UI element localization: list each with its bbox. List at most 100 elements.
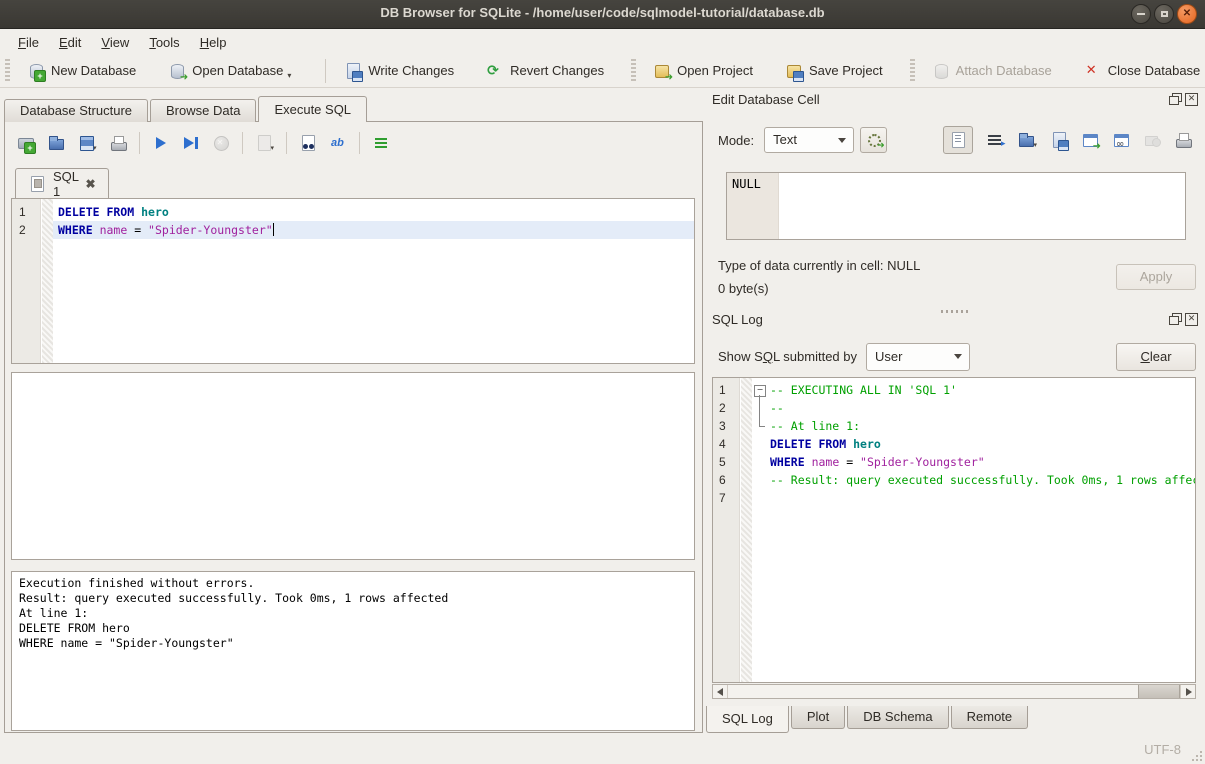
fold-marker-icon	[752, 417, 768, 435]
dock-tab-remote[interactable]: Remote	[951, 706, 1029, 729]
dock-tab-db-schema[interactable]: DB Schema	[847, 706, 948, 729]
open-project-button[interactable]: Open Project	[645, 58, 761, 84]
sql-log-controls: Show SQL submitted by User Clear	[718, 342, 1196, 371]
set-as-button[interactable]	[860, 127, 887, 153]
close-panel-icon[interactable]: ✕	[1185, 93, 1198, 106]
close-tab-icon[interactable]: ✖	[86, 177, 96, 191]
save-project-icon	[785, 62, 803, 80]
menu-view[interactable]: View	[91, 33, 139, 52]
code-text: -- Result: query executed successfully. …	[768, 471, 1195, 489]
close-icon[interactable]: ✕	[1177, 4, 1197, 24]
export-data-button[interactable]	[1050, 131, 1068, 149]
scrollbar-track[interactable]	[728, 685, 1180, 698]
mode-select[interactable]: Text	[764, 127, 854, 153]
new-database-button[interactable]: New Database	[19, 58, 144, 84]
save-results-icon: ▾	[255, 134, 275, 152]
save-project-button[interactable]: Save Project	[777, 58, 891, 84]
splitter-handle[interactable]	[5, 365, 702, 371]
edit-cell-title: Edit Database Cell	[712, 92, 820, 107]
log-line: 2--	[713, 399, 1195, 417]
line-number: 5	[713, 453, 740, 471]
execute-all-icon[interactable]	[152, 134, 170, 152]
maximize-icon[interactable]	[1154, 4, 1174, 24]
minimize-icon[interactable]	[1131, 4, 1151, 24]
scrollbar-thumb[interactable]	[1138, 685, 1180, 698]
toolbar-grip	[5, 59, 10, 83]
menu-file[interactable]: File	[8, 33, 49, 52]
splitter-handle[interactable]	[705, 300, 1205, 308]
float-panel-icon[interactable]	[1169, 93, 1182, 106]
log-line: 6 -- Result: query executed successfully.…	[713, 471, 1195, 489]
scroll-left-arrow-icon[interactable]	[713, 685, 728, 698]
print-icon[interactable]	[109, 134, 127, 152]
code-text: DELETE FROM hero	[768, 435, 1195, 453]
open-sql-file-icon[interactable]	[47, 134, 65, 152]
menu-help[interactable]: Help	[190, 33, 237, 52]
tab-browse-data[interactable]: Browse Data	[150, 99, 256, 122]
sql-log-dock-header: SQL Log ✕	[712, 312, 1198, 330]
float-panel-icon[interactable]	[1169, 313, 1182, 326]
sql-log-view[interactable]: 1 -- EXECUTING ALL IN 'SQL 1'2--3-- At li…	[712, 377, 1196, 683]
new-database-icon	[27, 62, 45, 80]
message-line: DELETE FROM hero	[19, 621, 687, 636]
scroll-right-arrow-icon[interactable]	[1180, 685, 1195, 698]
close-panel-icon[interactable]: ✕	[1185, 313, 1198, 326]
text-mode-toggle[interactable]	[943, 126, 973, 154]
app-window: DB Browser for SQLite - /home/user/code/…	[0, 0, 1205, 764]
import-data-button[interactable]: ▾	[1017, 131, 1037, 149]
tab-sql-1[interactable]: SQL 1 ✖	[15, 168, 109, 198]
execute-line-icon[interactable]	[182, 134, 200, 152]
write-changes-button[interactable]: Write Changes	[336, 58, 462, 84]
cell-editor-toolbar: Mode: Text ▾	[718, 126, 1196, 154]
menu-tools[interactable]: Tools	[139, 33, 189, 52]
log-filter-select[interactable]: User	[866, 343, 970, 371]
copy-link-button[interactable]	[1112, 131, 1130, 149]
toolbar-grip	[631, 59, 636, 83]
sql-file-icon	[28, 175, 46, 193]
editor-line: 2WHERE name = "Spider-Youngster"	[12, 221, 694, 239]
remove-button	[1143, 131, 1161, 149]
splitter-handle[interactable]	[5, 564, 702, 570]
title-bar: DB Browser for SQLite - /home/user/code/…	[0, 0, 1205, 29]
close-database-icon	[1084, 62, 1102, 80]
code-text: -- EXECUTING ALL IN 'SQL 1'	[768, 381, 1195, 399]
line-number: 1	[713, 381, 740, 399]
message-line: At line 1:	[19, 606, 687, 621]
line-number: 1	[12, 203, 41, 221]
tab-database-structure[interactable]: Database Structure	[4, 99, 148, 122]
line-number: 6	[713, 471, 740, 489]
log-filter-label: Show SQL submitted by	[718, 349, 857, 364]
new-tab-icon[interactable]	[17, 134, 35, 152]
message-line: WHERE name = "Spider-Youngster"	[19, 636, 687, 651]
find-icon[interactable]	[299, 134, 317, 152]
revert-changes-button[interactable]: Revert Changes	[478, 58, 612, 84]
dock-tab-plot[interactable]: Plot	[791, 706, 845, 729]
open-external-button[interactable]	[1081, 131, 1099, 149]
clear-log-button[interactable]: Clear	[1116, 343, 1196, 371]
word-wrap-button[interactable]	[986, 131, 1004, 149]
tab-execute-sql[interactable]: Execute SQL	[258, 96, 367, 122]
word-wrap-icon	[986, 131, 1004, 149]
replace-icon[interactable]	[329, 134, 347, 152]
window-controls: ✕	[1131, 4, 1197, 24]
log-line: 3-- At line 1:	[713, 417, 1195, 435]
fold-marker-icon	[752, 399, 768, 417]
open-database-button[interactable]: Open Database▾	[160, 58, 299, 84]
menu-edit[interactable]: Edit	[49, 33, 91, 52]
sql-editor[interactable]: 1DELETE FROM hero2WHERE name = "Spider-Y…	[11, 198, 695, 364]
cell-editor[interactable]: NULL	[726, 172, 1186, 240]
print-button[interactable]	[1174, 131, 1192, 149]
log-line: 1 -- EXECUTING ALL IN 'SQL 1'	[713, 381, 1195, 399]
stop-icon	[212, 134, 230, 152]
close-database-button[interactable]: Close Database	[1076, 58, 1205, 84]
resize-grip[interactable]	[1191, 750, 1203, 762]
log-horizontal-scrollbar[interactable]	[712, 684, 1196, 699]
format-icon[interactable]	[372, 134, 390, 152]
dock-tab-sql-log[interactable]: SQL Log	[706, 706, 789, 733]
toolbar-separator	[139, 132, 140, 154]
apply-button: Apply	[1116, 264, 1196, 290]
code-text: --	[768, 399, 1195, 417]
sql-tab-label: SQL 1	[53, 169, 79, 199]
import-data-icon	[1017, 131, 1035, 149]
save-sql-file-icon[interactable]: ▾	[77, 134, 97, 152]
